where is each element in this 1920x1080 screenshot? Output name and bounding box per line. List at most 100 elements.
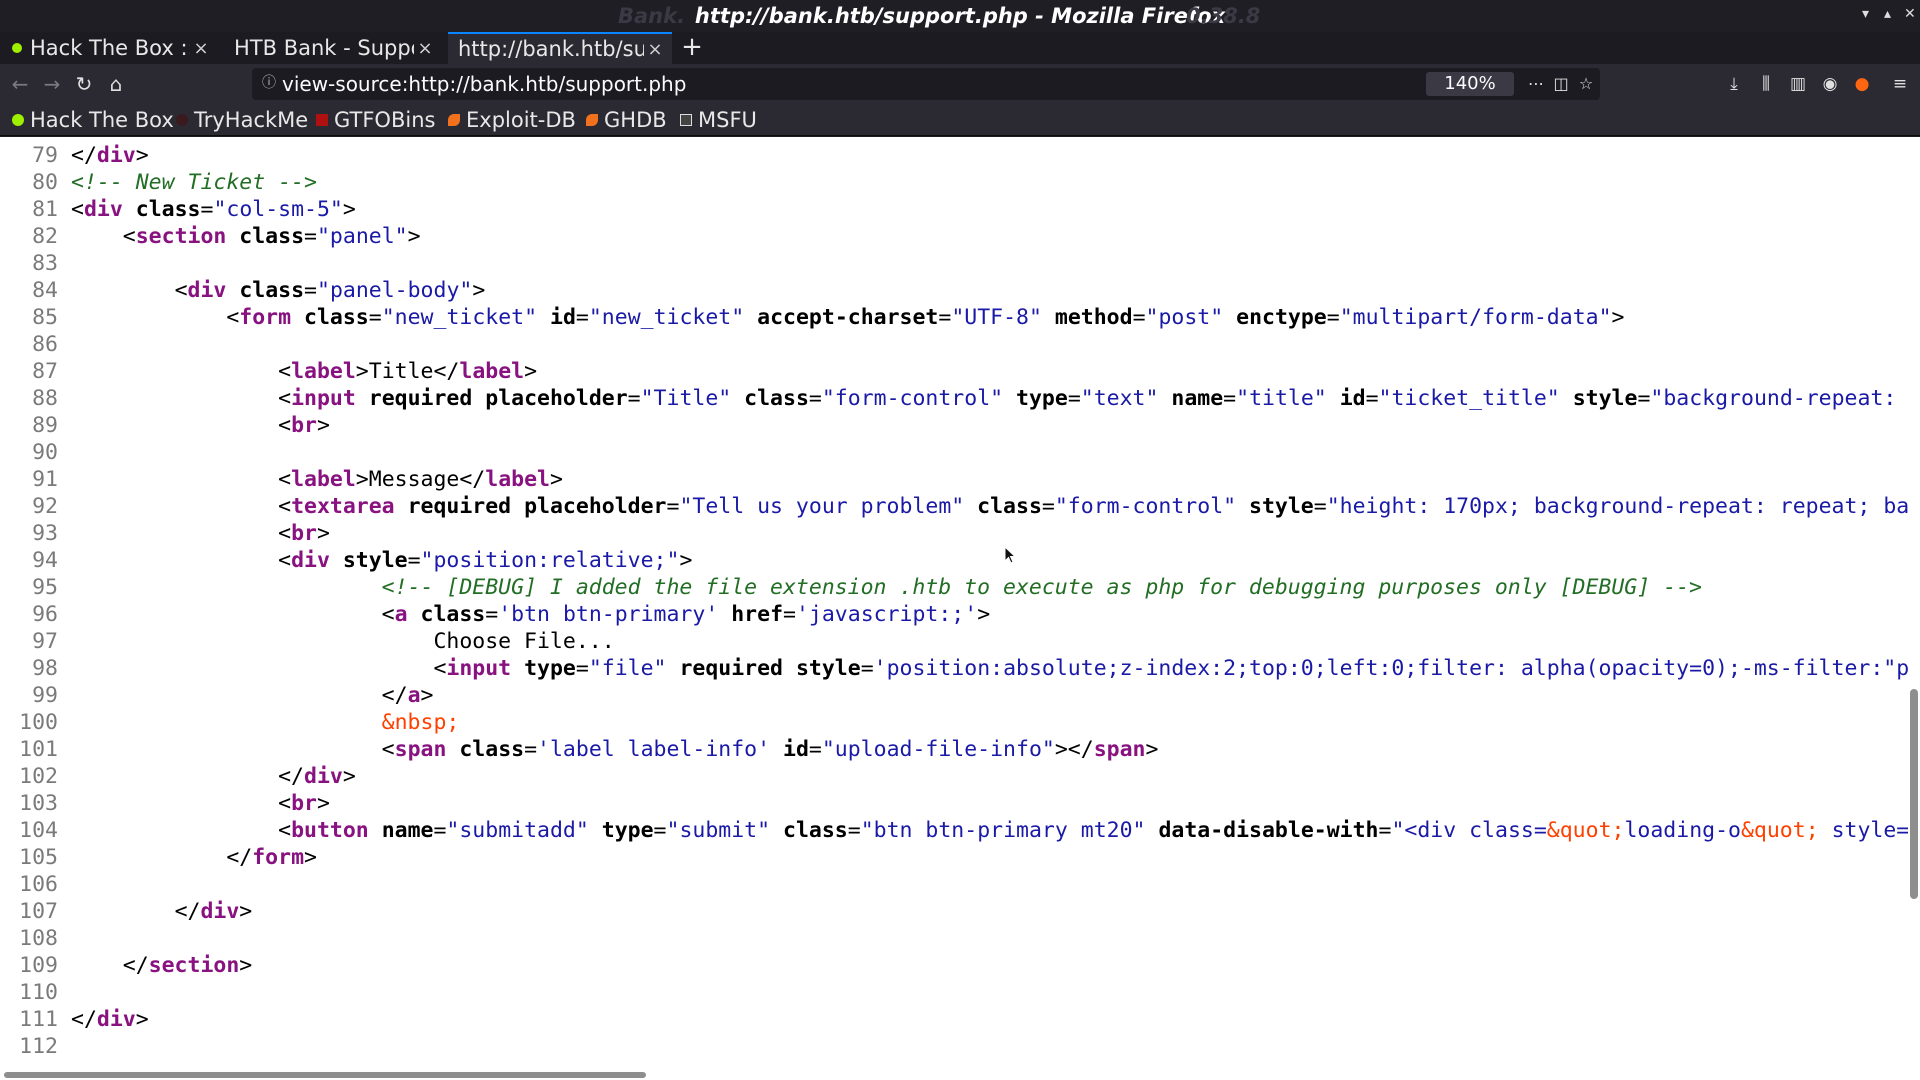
exploit-db-favicon-icon [448,114,460,126]
source-line: </div> [174,899,253,924]
horizontal-scrollbar[interactable] [0,1069,1920,1080]
bookmark-tryhackme[interactable]: TryHackMe [176,104,308,136]
source-view[interactable]: 79 80 81 82 83 84 85 86 87 88 89 90 91 92 93 94 95 96 97 98… [0,137,1908,1069]
source-line: <label>Title</label> [278,359,538,384]
window-title-ghost-right: 0.38.8 [1186,4,1261,28]
bookmark-ghdb[interactable]: GHDB [586,104,667,136]
bookmark-label: GHDB [604,108,667,132]
source-line: <button name="submitadd" type="submit" c… [278,818,1908,843]
tab-label: HTB Bank - Suppor [234,36,414,60]
source-line: <section class="panel"> [122,224,421,249]
source-line: </div> [278,764,356,789]
back-button[interactable]: ← [6,70,34,98]
account-icon[interactable]: ◉ [1816,70,1844,98]
line-number-text: 86 [32,332,58,357]
close-tab-icon[interactable]: × [644,39,666,60]
maximize-icon[interactable]: ▴ [1884,6,1891,22]
line-number: 90 [0,439,60,466]
sidebar-icon[interactable]: ▥ [1784,70,1812,98]
horizontal-scroll-thumb[interactable] [4,1072,646,1078]
line-number: 108 [0,925,60,952]
extension-icon[interactable]: ● [1848,70,1876,98]
source-line: <a class='btn btn-primary' href='javascr… [381,602,991,627]
line-number-text: 106 [19,872,58,897]
source-line: <br> [278,791,330,816]
tab-label: http://bank.htb/sup [458,37,644,61]
bookmark-label: GTFOBins [334,108,436,132]
source-line: <!-- New Ticket --> [71,170,317,195]
source-line: &nbsp; [381,710,460,735]
close-tab-icon[interactable]: × [414,38,436,59]
tab-htb-bank-support[interactable]: HTB Bank - Suppor × [224,32,442,64]
source-line: </form> [226,845,317,870]
page-actions-icon[interactable]: ⋯ [1524,72,1548,96]
bookmark-msfu[interactable]: MSFU [680,104,757,136]
source-line: <div style="position:relative;"> [278,548,693,573]
source-line: </div> [71,1007,149,1032]
new-tab-button[interactable]: + [680,32,704,64]
gtfobins-favicon-icon [316,114,328,126]
window-title-ghost-left: Bank. [618,4,686,28]
tryhackme-favicon-icon [176,114,188,126]
vertical-scroll-thumb[interactable] [1910,689,1918,899]
navigation-bar: ← → ↻ ⌂ ⓘ view-source:http://bank.htb/su… [0,64,1920,104]
line-number: 86 [0,331,60,358]
bookmarks-toolbar: Hack The Box TryHackMe GTFOBins Exploit-… [0,104,1920,136]
bookmark-gtfobins[interactable]: GTFOBins [316,104,435,136]
site-info-icon[interactable]: ⓘ [260,73,278,91]
line-number-text: 83 [32,251,58,276]
bookmark-star-icon[interactable]: ☆ [1574,72,1598,96]
source-line: <br> [278,521,330,546]
mouse-cursor-icon [1004,546,1017,564]
bookmark-hack-the-box[interactable]: Hack The Box [12,104,174,136]
source-line: <input required placeholder="Title" clas… [278,386,1897,411]
forward-button[interactable]: → [38,70,66,98]
line-number: 83 [0,250,60,277]
tab-label: Hack The Box :: M [30,36,190,60]
source-line: <div class="col-sm-5"> [71,197,356,222]
source-line: <input type="file" required style='posit… [433,656,1908,681]
bookmark-label: MSFU [698,108,757,132]
source-line: <span class='label label-info' id="uploa… [381,737,1159,762]
url-text[interactable]: view-source:http://bank.htb/support.php [282,68,686,100]
line-number-text: 90 [32,440,58,465]
minimize-icon[interactable]: ▾ [1862,6,1869,22]
bookmark-label: Hack The Box [30,108,174,132]
bookmark-exploit-db[interactable]: Exploit-DB [448,104,576,136]
tab-strip: Hack The Box :: M × HTB Bank - Suppor × … [0,32,1920,64]
bookmark-label: TryHackMe [194,108,309,132]
line-number: 112 [0,1033,60,1060]
source-line: </div> [71,143,149,168]
window-title-bar: Bank. http://bank.htb/support.php - Mozi… [0,0,1920,32]
bookmark-label: Exploit-DB [466,108,576,132]
url-bar[interactable]: ⓘ view-source:http://bank.htb/support.ph… [252,68,1600,100]
close-tab-icon[interactable]: × [190,38,212,59]
tab-hack-the-box[interactable]: Hack The Box :: M × [0,32,218,64]
htb-favicon-icon [12,114,24,126]
home-button[interactable]: ⌂ [102,70,130,98]
ghdb-favicon-icon [586,114,598,126]
source-line: <label>Message</label> [278,467,563,492]
source-line: <textarea required placeholder="Tell us … [278,494,1908,519]
tab-view-source[interactable]: http://bank.htb/sup × [448,32,672,64]
line-number-text: 108 [19,926,58,951]
line-number-text: 110 [19,980,58,1005]
reload-button[interactable]: ↻ [70,70,98,98]
hamburger-menu-icon[interactable]: ≡ [1886,70,1914,98]
source-line: <form class="new_ticket" id="new_ticket"… [226,305,1625,330]
pocket-icon[interactable]: ◫ [1549,72,1573,96]
window-title: http://bank.htb/support.php - Mozilla Fi… [694,4,1226,28]
vertical-scrollbar[interactable] [1908,137,1920,1069]
source-line-debug-comment: <!-- [DEBUG] I added the file extension … [381,575,1702,600]
zoom-level-button[interactable]: 140% [1426,72,1514,96]
line-number-text: 112 [19,1034,58,1059]
close-window-icon[interactable]: ✕ [1904,6,1916,22]
line-number: 106 [0,871,60,898]
downloads-icon[interactable]: ⤓ [1720,70,1748,98]
source-line: <div class="panel-body"> [174,278,486,303]
source-line: </a> [381,683,434,708]
source-line: </section> [122,953,253,978]
htb-favicon-icon [12,43,22,53]
library-icon[interactable]: ⫼ [1752,70,1780,98]
source-line: Choose File... [433,629,615,654]
